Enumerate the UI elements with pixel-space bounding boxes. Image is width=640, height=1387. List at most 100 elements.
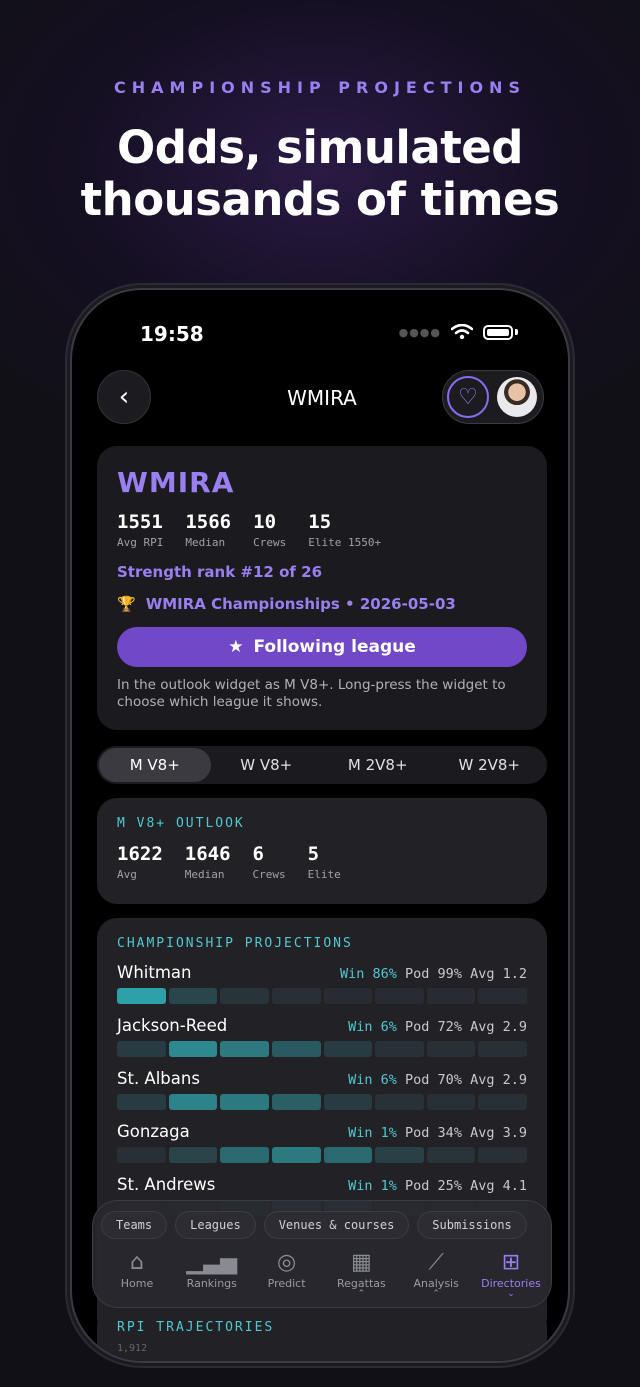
stat-value: 1566 — [185, 511, 232, 533]
segment-w-2v8[interactable]: W 2V8+ — [434, 748, 546, 782]
trajectories-label: RPI TRAJECTORIES — [117, 1320, 275, 1335]
stat-value: 1646 — [184, 843, 231, 865]
league-stat: 15 Elite 1550+ — [308, 511, 381, 549]
place-bar — [271, 1094, 321, 1110]
team-name: St. Andrews — [117, 1175, 216, 1194]
star-icon: ★ — [228, 637, 244, 657]
trend-icon: ⟋ — [428, 1250, 444, 1275]
segment-m-2v8[interactable]: M 2V8+ — [322, 748, 434, 782]
team-win: Win 1% — [348, 1125, 397, 1141]
place-bar — [323, 1147, 373, 1163]
team-pod: Pod 70% — [405, 1072, 462, 1088]
status-icons: ●●●● — [399, 324, 518, 340]
league-stat: 1566 Median — [185, 511, 231, 549]
team-row[interactable]: St. Albans Win 6% Pod 70% Avg 2.9 — [117, 1069, 527, 1110]
place-bar — [117, 1041, 166, 1057]
team-win: Win 6% — [348, 1072, 397, 1088]
place-bar — [168, 988, 218, 1004]
heart-icon: ♡ — [458, 384, 478, 410]
team-row[interactable]: Gonzaga Win 1% Pod 34% Avg 3.9 — [117, 1122, 527, 1163]
team-avg: Avg 4.1 — [470, 1178, 527, 1194]
outlook-stat: 1622 Avg — [117, 843, 163, 881]
stat-label: Elite 1550+ — [308, 536, 382, 549]
team-win: Win 86% — [340, 966, 397, 982]
team-row[interactable]: Whitman Win 86% Pod 99% Avg 1.2 — [117, 963, 527, 1004]
strength-rank: Strength rank #12 of 26 — [117, 563, 323, 581]
trajectories-card: RPI TRAJECTORIES 1,912 — [97, 1306, 547, 1361]
tab-directories[interactable]: ⊞ Directories ⌄ — [477, 1249, 545, 1299]
bar-chart-icon: ▁▃▅ — [186, 1250, 238, 1275]
stat-label: Median — [185, 536, 226, 549]
team-avg: Avg 2.9 — [470, 1072, 527, 1088]
team-odds: Win 6% Pod 70% Avg 2.9 — [348, 1072, 527, 1088]
chevron-up-icon: ⌃ — [357, 1289, 366, 1299]
league-stat: 10 Crews — [253, 511, 286, 549]
stat-value: 1551 — [117, 511, 163, 533]
tab-analysis[interactable]: ⟋ Analysis ⌃ — [402, 1249, 470, 1299]
place-bar — [220, 1147, 269, 1163]
segment-m-v8[interactable]: M V8+ — [99, 748, 211, 782]
team-pod: Pod 72% — [405, 1019, 462, 1035]
promo-headline-line1: Odds, simulated — [117, 121, 523, 174]
team-name: Gonzaga — [117, 1122, 190, 1141]
team-odds: Win 1% Pod 34% Avg 3.9 — [348, 1125, 527, 1141]
place-bar — [375, 1094, 424, 1110]
place-bar — [478, 1094, 527, 1110]
team-row-header: Whitman Win 86% Pod 99% Avg 1.2 — [117, 963, 527, 982]
segment-w-v8[interactable]: W V8+ — [211, 748, 323, 782]
promo-kicker: CHAMPIONSHIP PROJECTIONS — [114, 78, 526, 97]
chip-venues[interactable]: Venues & courses — [263, 1211, 410, 1239]
avatar[interactable] — [497, 377, 537, 417]
tab-rankings[interactable]: ▁▃▅ Rankings — [178, 1249, 246, 1299]
chevron-down-icon: ⌄ — [507, 1289, 515, 1299]
follow-note: In the outlook widget as M V8+. Long-pre… — [117, 677, 506, 710]
league-name: WMIRA — [117, 466, 235, 499]
league-stat: 1551 Avg RPI — [117, 511, 163, 549]
follow-league-button[interactable]: ★ Following league — [117, 627, 527, 667]
place-distribution — [117, 1094, 527, 1110]
team-name: St. Albans — [117, 1069, 200, 1088]
stat-label: Crews — [253, 536, 287, 549]
team-row-header: St. Albans Win 6% Pod 70% Avg 2.9 — [117, 1069, 527, 1088]
tab-predict[interactable]: ◎ Predict — [253, 1249, 321, 1299]
outlook-label: M V8+ OUTLOOK — [117, 816, 245, 831]
trajectories-tick: 1,912 — [117, 1343, 148, 1354]
outlook-stat: 6 Crews — [253, 843, 286, 881]
championship-label: WMIRA Championships • 2026-05-03 — [145, 595, 456, 613]
chip-leagues[interactable]: Leagues — [175, 1211, 256, 1239]
championship-link[interactable]: 🏆 WMIRA Championships • 2026-05-03 — [117, 595, 527, 613]
team-name: Jackson-Reed — [117, 1016, 228, 1035]
league-card: WMIRA 1551 Avg RPI 1566 Median 10 Crews 15 E… — [97, 446, 547, 730]
place-bar — [117, 1147, 166, 1163]
signal-icon: ●●●● — [398, 325, 441, 339]
tab-regattas[interactable]: ▦ Regattas ⌃ — [327, 1249, 395, 1299]
place-distribution — [117, 1147, 527, 1163]
place-bar — [220, 1094, 269, 1110]
battery-icon — [483, 324, 513, 340]
nav-actions: ♡ — [442, 370, 544, 424]
chip-teams[interactable]: Teams — [101, 1211, 168, 1239]
team-win: Win 6% — [348, 1019, 397, 1035]
directory-chips: Teams Leagues Venues & courses Submissio… — [93, 1201, 551, 1239]
chip-submissions[interactable]: Submissions — [417, 1211, 527, 1239]
chevron-up-icon: ⌃ — [432, 1289, 440, 1299]
stat-value: 10 — [253, 511, 277, 533]
team-win: Win 1% — [348, 1178, 397, 1194]
place-bar — [117, 988, 166, 1004]
tab-label: Home — [120, 1277, 154, 1290]
home-icon: ⌂ — [130, 1250, 144, 1275]
place-bar — [220, 988, 269, 1004]
tab-label: Predict — [267, 1277, 306, 1290]
favorite-button[interactable]: ♡ — [447, 376, 489, 418]
place-distribution — [117, 988, 527, 1004]
team-row[interactable]: Jackson-Reed Win 6% Pod 72% Avg 2.9 — [117, 1016, 527, 1057]
place-bar — [168, 1147, 218, 1163]
team-odds: Win 86% Pod 99% Avg 1.2 — [340, 966, 527, 982]
team-row-header: Gonzaga Win 1% Pod 34% Avg 3.9 — [117, 1122, 527, 1141]
place-bar — [478, 1041, 527, 1057]
team-row-header: Jackson-Reed Win 6% Pod 72% Avg 2.9 — [117, 1016, 527, 1035]
place-bar — [271, 988, 321, 1004]
team-list: Whitman Win 86% Pod 99% Avg 1.2 Jackson-Re… — [117, 963, 527, 1216]
team-odds: Win 6% Pod 72% Avg 2.9 — [348, 1019, 527, 1035]
tab-home[interactable]: ⌂ Home — [103, 1249, 171, 1299]
